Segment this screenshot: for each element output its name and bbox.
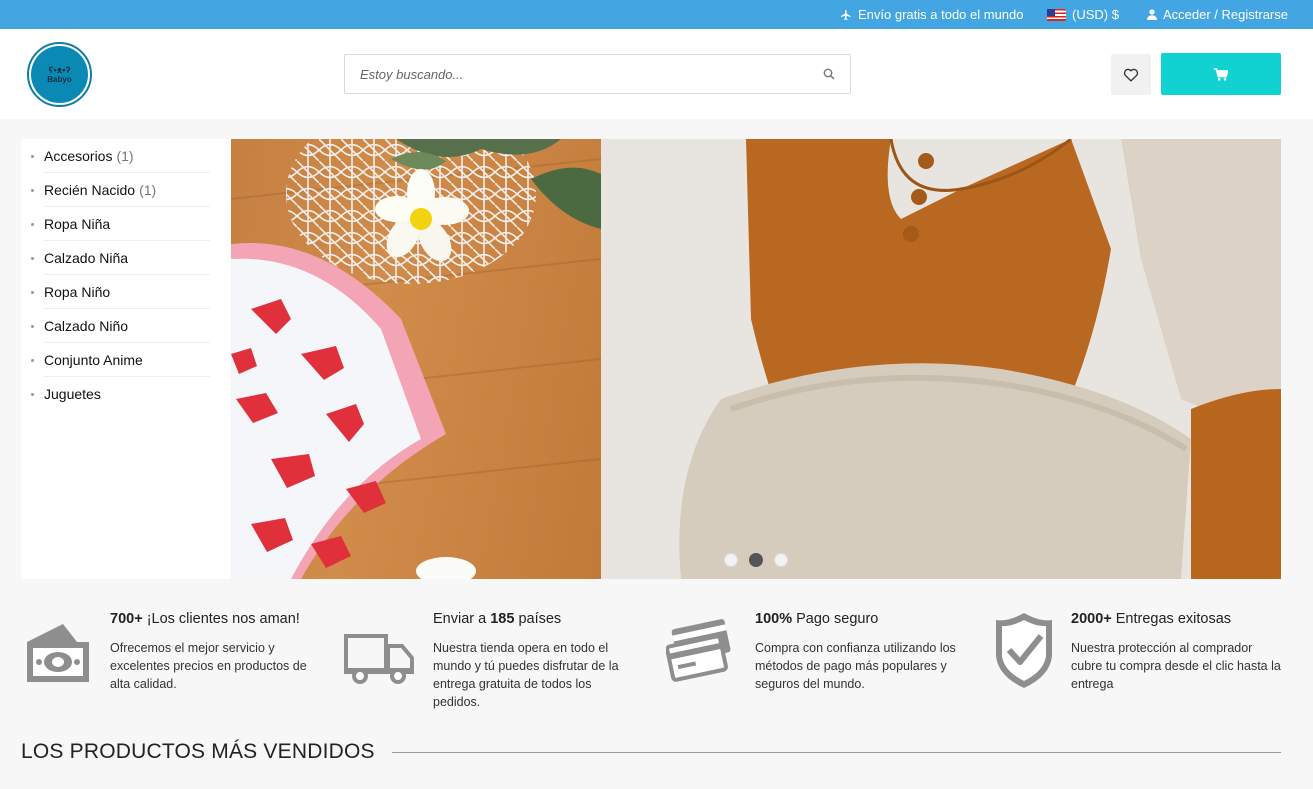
cart-icon	[1214, 67, 1228, 81]
category-sidebar: Accesorios (1) Recién Nacido (1) Ropa Niña…	[21, 139, 231, 579]
category-item-recien-nacido[interactable]: Recién Nacido (1)	[31, 173, 231, 207]
feature-title: 2000+ Entregas exitosas	[1071, 611, 1232, 627]
heart-icon	[1123, 68, 1139, 82]
truck-icon	[344, 634, 414, 684]
category-label: Juguetes	[44, 386, 101, 402]
category-label: Calzado Niño	[44, 318, 129, 334]
slider-pagination	[724, 553, 788, 567]
search-icon[interactable]	[823, 68, 835, 80]
category-item-ropa-nina[interactable]: Ropa Niña	[31, 207, 231, 241]
us-flag-icon	[1047, 8, 1066, 21]
best-sellers-heading: LOS PRODUCTOS MÁS VENDIDOS	[21, 737, 1281, 767]
free-shipping-text: Envío gratis a todo el mundo	[858, 7, 1024, 22]
shield-check-icon	[996, 613, 1052, 688]
slide-image-baby-clothes	[601, 139, 1281, 579]
plane-icon	[841, 9, 851, 20]
site-header: ʕ•ᴥ•ʔ Babyo	[0, 29, 1313, 119]
category-count: (1)	[139, 182, 157, 198]
category-label: Conjunto Anime	[44, 352, 143, 368]
category-item-conjunto-anime[interactable]: Conjunto Anime	[31, 343, 231, 377]
feature-description: Nuestra tienda opera en todo el mundo y …	[433, 641, 619, 709]
credit-card-icon	[666, 619, 731, 682]
slider-dot-1[interactable]	[724, 553, 738, 567]
category-item-calzado-nino[interactable]: Calzado Niño	[31, 309, 231, 343]
user-icon	[1147, 9, 1157, 20]
feature-description: Ofrecemos el mejor servicio y excelentes…	[110, 641, 307, 691]
slider-dot-3[interactable]	[774, 553, 788, 567]
bear-icon: ʕ•ᴥ•ʔ	[48, 65, 71, 75]
feature-description: Nuestra protección al comprador cubre tu…	[1071, 641, 1281, 691]
currency-selector[interactable]: (USD) $	[1047, 0, 1119, 29]
wishlist-button[interactable]	[1111, 54, 1151, 95]
free-shipping-notice: Envío gratis a todo el mundo	[840, 0, 1024, 29]
section-divider	[391, 751, 1281, 753]
category-item-accesorios[interactable]: Accesorios (1)	[31, 139, 231, 173]
slider-dot-2[interactable]	[749, 553, 763, 567]
category-count: (1)	[116, 148, 134, 164]
hero-slider[interactable]	[231, 139, 1281, 579]
money-icon	[27, 624, 89, 682]
category-label: Ropa Niño	[44, 284, 111, 300]
feature-title: Enviar a 185 países	[433, 611, 562, 627]
slide-image-baby-items	[231, 139, 601, 579]
feature-description: Compra con confianza utilizando los méto…	[755, 641, 956, 691]
category-list: Accesorios (1) Recién Nacido (1) Ropa Niña…	[21, 139, 231, 411]
category-label: Recién Nacido	[44, 182, 136, 198]
cart-button[interactable]	[1161, 53, 1281, 95]
logo-badge: ʕ•ᴥ•ʔ Babyo	[31, 46, 88, 103]
wooden-table-photo	[231, 139, 601, 579]
feature-title: 100% Pago seguro	[755, 611, 879, 627]
site-logo[interactable]: ʕ•ᴥ•ʔ Babyo	[27, 42, 92, 107]
feature-title: 700+ ¡Los clientes nos aman!	[110, 611, 300, 627]
account-link[interactable]: Acceder / Registrarse	[1147, 0, 1288, 29]
baby-clothes-photo	[601, 139, 1281, 579]
search-input[interactable]	[345, 55, 815, 93]
currency-label: (USD) $	[1072, 7, 1119, 22]
logo-text: Babyo	[47, 75, 72, 84]
category-item-ropa-nino[interactable]: Ropa Niño	[31, 275, 231, 309]
category-label: Calzado Niña	[44, 250, 129, 266]
category-item-juguetes[interactable]: Juguetes	[31, 377, 231, 411]
top-bar: Envío gratis a todo el mundo (USD) $ Acc…	[0, 0, 1313, 29]
category-item-calzado-nina[interactable]: Calzado Niña	[31, 241, 231, 275]
account-label: Acceder / Registrarse	[1163, 7, 1288, 22]
category-label: Accesorios	[44, 148, 113, 164]
section-title: LOS PRODUCTOS MÁS VENDIDOS	[21, 740, 375, 763]
search-box	[344, 54, 851, 94]
category-label: Ropa Niña	[44, 216, 111, 232]
